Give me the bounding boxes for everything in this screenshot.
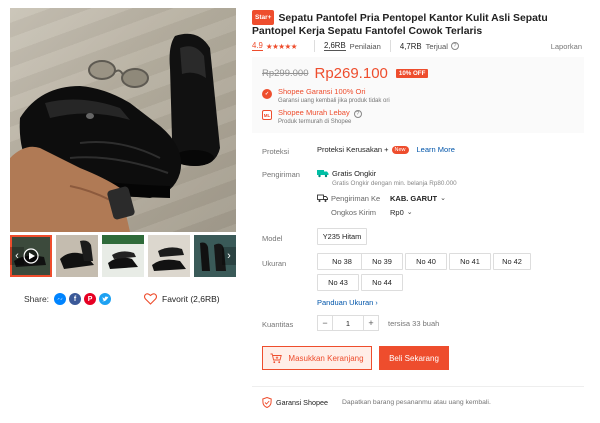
size-option[interactable]: No 38 xyxy=(317,253,367,270)
shipping-cost-label: Ongkos Kirim xyxy=(331,207,377,217)
guarantee-murah-subtitle: Produk termurah di Shopee xyxy=(278,119,352,125)
free-shipping-truck-icon xyxy=(317,170,329,178)
quantity-input[interactable]: 1 xyxy=(333,315,363,331)
price-section: Rp299.000 Rp269.100 10% OFF ✓ Shopee Gar… xyxy=(252,57,584,133)
model-label: Model xyxy=(262,234,283,243)
current-price: Rp269.100 xyxy=(314,65,388,82)
shipping-cost-value[interactable]: Rp0 xyxy=(390,208,404,217)
footer-guarantee-label: Garansi Shopee xyxy=(276,398,328,407)
original-price: Rp299.000 xyxy=(262,68,309,79)
report-link[interactable]: Laporkan xyxy=(551,42,582,51)
favorite-label: Favorit (2,6RB) xyxy=(162,294,220,304)
murah-help-icon[interactable]: ? xyxy=(353,110,362,118)
sold-count: 4,7RB xyxy=(399,41,422,51)
ratings-label: Penilaian xyxy=(349,41,381,51)
footer-guarantee-desc: Dapatkan barang pesananmu atau uang kemb… xyxy=(341,399,491,406)
size-option[interactable]: No 44 xyxy=(361,274,403,291)
rating-value[interactable]: 4.9 xyxy=(252,41,263,51)
protection-label: Proteksi xyxy=(262,147,290,156)
size-option[interactable]: No 41 xyxy=(449,253,491,270)
add-to-cart-label: Masukkan Keranjang xyxy=(288,353,364,363)
pinterest-icon[interactable]: P xyxy=(84,293,97,305)
shipping-destination: Pengiriman Ke KAB. GARUT ⌄ Ongkos Kirim … xyxy=(317,192,446,218)
shield-check-icon: ✓ xyxy=(262,89,272,99)
size-option[interactable]: No 42 xyxy=(493,253,531,270)
heart-icon xyxy=(144,293,157,305)
guarantee-murah[interactable]: ML Shopee Murah Lebay ? Produk termurah … xyxy=(262,108,362,127)
product-page: ‹ › Share: f P Favorit (2,6RB) Star+ Sep… xyxy=(0,0,600,423)
rating-row: 4.9 ★★★★★ 2,6RB Penilaian 4,7RB Terjual … xyxy=(252,40,582,52)
new-badge: New xyxy=(391,145,409,154)
thumbnail-2[interactable] xyxy=(56,235,98,277)
shield-icon xyxy=(262,397,272,408)
size-option[interactable]: No 43 xyxy=(317,274,359,291)
quantity-minus-button[interactable]: − xyxy=(317,315,333,331)
thumbnail-next-arrow-icon[interactable]: › xyxy=(222,247,236,265)
free-shipping: Gratis Ongkir Gratis Ongkir dengan min. … xyxy=(317,169,457,187)
size-option[interactable]: No 39 xyxy=(361,253,403,270)
share-label: Share: xyxy=(24,294,50,304)
quantity-plus-button[interactable]: + xyxy=(363,315,379,331)
cart-plus-icon xyxy=(270,353,283,363)
free-shipping-title: Gratis Ongkir xyxy=(332,169,377,178)
thumbnail-4[interactable] xyxy=(148,235,190,277)
product-title-text: Sepatu Pantofel Pria Pentopel Kantor Kul… xyxy=(252,13,548,37)
discount-badge: 10% OFF xyxy=(395,69,429,78)
favorite-button[interactable]: Favorit (2,6RB) xyxy=(144,291,220,307)
buy-now-button[interactable]: Beli Sekarang xyxy=(379,346,449,370)
protection-row: Proteksi Kerusakan + New Learn More xyxy=(317,145,455,154)
main-product-image[interactable] xyxy=(10,8,236,232)
product-title: Star+ Sepatu Pantofel Pria Pentopel Kanto… xyxy=(252,10,582,38)
shipping-label: Pengiriman xyxy=(262,170,300,179)
thumbnail-3[interactable] xyxy=(102,235,144,277)
guarantee-murah-title: Shopee Murah Lebay xyxy=(278,108,350,117)
quantity-stepper: − 1 + tersisa 33 buah xyxy=(317,315,439,331)
size-guide-text: Panduan Ukuran xyxy=(317,298,374,307)
thumbnail-strip: ‹ › xyxy=(10,235,236,277)
quantity-label: Kuantitas xyxy=(262,320,294,329)
model-option[interactable]: Y235 Hitam xyxy=(317,228,367,245)
shopee-guarantee-footer[interactable]: Garansi Shopee Dapatkan barang pesananmu… xyxy=(262,397,491,408)
chevron-down-icon[interactable]: ⌄ xyxy=(440,194,446,202)
learn-more-link[interactable]: Learn More xyxy=(417,145,455,154)
facebook-icon[interactable]: f xyxy=(69,293,82,305)
messenger-icon[interactable] xyxy=(54,293,67,305)
add-to-cart-button[interactable]: Masukkan Keranjang xyxy=(262,346,372,370)
rating-stars-icon: ★★★★★ xyxy=(265,41,298,51)
sunglasses-image xyxy=(88,60,149,88)
truck-icon xyxy=(317,194,328,202)
help-icon[interactable]: ? xyxy=(450,42,459,50)
twitter-icon[interactable] xyxy=(99,293,112,305)
guarantee-ori-subtitle: Garansi uang kembali jika produk tidak o… xyxy=(278,98,390,104)
protection-value: Proteksi Kerusakan + xyxy=(317,145,389,154)
size-option[interactable]: No 40 xyxy=(405,253,447,270)
size-label: Ukuran xyxy=(262,259,287,268)
shipping-cost-chevron-icon[interactable]: ⌄ xyxy=(407,208,413,216)
shipping-to-value[interactable]: KAB. GARUT xyxy=(390,194,437,203)
murah-lebay-icon: ML xyxy=(262,110,272,120)
sold-label: Terjual xyxy=(425,41,448,51)
ratings-count[interactable]: 2,6RB xyxy=(323,41,346,51)
star-plus-badge: Star+ xyxy=(252,10,275,25)
guarantee-ori-title: Shopee Garansi 100% Ori xyxy=(278,87,366,96)
chevron-right-icon: › xyxy=(375,300,378,307)
size-guide-link[interactable]: Panduan Ukuran › xyxy=(317,298,378,307)
shipping-to-label: Pengiriman Ke xyxy=(331,193,381,203)
guarantee-ori[interactable]: ✓ Shopee Garansi 100% Ori Garansi uang k… xyxy=(262,87,390,106)
stock-remaining: tersisa 33 buah xyxy=(388,318,440,328)
divider xyxy=(252,386,584,387)
share-row: Share: f P xyxy=(24,291,114,307)
thumbnail-prev-arrow-icon[interactable]: ‹ xyxy=(10,247,24,265)
free-shipping-note: Gratis Ongkir dengan min. belanja Rp80.0… xyxy=(332,180,457,187)
